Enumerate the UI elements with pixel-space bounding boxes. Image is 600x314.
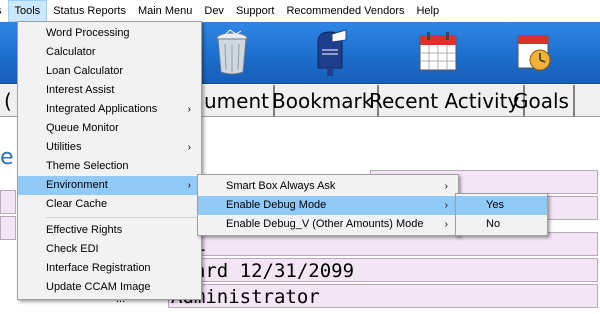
- menu-smart-box-always-ask[interactable]: Smart Box Always Ask ›: [198, 177, 458, 196]
- menu-theme-selection[interactable]: Theme Selection: [18, 157, 201, 176]
- menu-item-status-reports[interactable]: Status Reports: [47, 0, 132, 22]
- chevron-right-icon: ›: [444, 219, 448, 230]
- menu-integrated-applications[interactable]: Integrated Applications ›: [18, 100, 201, 119]
- menu-effective-rights[interactable]: Effective Rights: [18, 221, 201, 240]
- chevron-right-icon: ›: [187, 104, 191, 115]
- tab-bookmark[interactable]: Bookmark: [268, 85, 380, 117]
- field-expiration[interactable]: ndard 12/31/2099: [168, 258, 598, 282]
- menu-item-recommended-vendors[interactable]: Recommended Vendors: [280, 0, 410, 22]
- menu-item-help[interactable]: Help: [410, 0, 445, 22]
- section-heading: e: [0, 145, 14, 170]
- menu-separator: [46, 217, 199, 218]
- trash-can-icon[interactable]: [212, 28, 252, 76]
- menu-item-s[interactable]: s: [0, 0, 8, 22]
- tools-menu: Word Processing Calculator Loan Calculat…: [17, 21, 202, 300]
- environment-submenu: Smart Box Always Ask › Enable Debug Mode ›…: [197, 174, 459, 236]
- menu-update-ccam-image[interactable]: Update CCAM Image: [18, 278, 201, 297]
- menu-debug-no[interactable]: No: [456, 215, 547, 234]
- field-left-edge: [0, 190, 16, 214]
- tab-document[interactable]: ument: [200, 85, 275, 117]
- menu-enable-debug-v-mode[interactable]: Enable Debug_V (Other Amounts) Mode ›: [198, 215, 458, 234]
- tab-partial[interactable]: (: [0, 85, 16, 117]
- menu-environment[interactable]: Environment ›: [18, 176, 201, 195]
- menu-queue-monitor[interactable]: Queue Monitor: [18, 119, 201, 138]
- menu-calculator[interactable]: Calculator: [18, 43, 201, 62]
- menu-loan-calculator[interactable]: Loan Calculator: [18, 62, 201, 81]
- menu-debug-yes[interactable]: Yes: [456, 196, 547, 215]
- chevron-right-icon: ›: [444, 181, 448, 192]
- tab-goals[interactable]: Goals: [509, 85, 575, 117]
- menu-word-processing[interactable]: Word Processing: [18, 24, 201, 43]
- calendar-icon[interactable]: [418, 28, 458, 76]
- menu-enable-debug-mode[interactable]: Enable Debug Mode ›: [198, 196, 458, 215]
- menu-item-main-menu[interactable]: Main Menu: [132, 0, 198, 22]
- menu-bar: s Tools Status Reports Main Menu Dev Sup…: [0, 0, 600, 22]
- field-left-edge-2: [0, 216, 16, 240]
- menu-check-edi[interactable]: Check EDI: [18, 240, 201, 259]
- mailbox-icon[interactable]: [310, 28, 350, 76]
- menu-clear-cache[interactable]: Clear Cache: [18, 195, 201, 214]
- chevron-right-icon: ›: [444, 200, 448, 211]
- chevron-right-icon: ›: [187, 180, 191, 191]
- debug-mode-submenu: Yes No: [455, 193, 548, 236]
- menu-interest-assist[interactable]: Interest Assist: [18, 81, 201, 100]
- chevron-right-icon: ›: [187, 142, 191, 153]
- menu-utilities[interactable]: Utilities ›: [18, 138, 201, 157]
- tab-recent-activity[interactable]: Recent Activity: [365, 85, 526, 117]
- menu-interface-registration[interactable]: Interface Registration: [18, 259, 201, 278]
- schedule-clock-icon[interactable]: [514, 28, 554, 76]
- menu-item-dev[interactable]: Dev: [198, 0, 230, 22]
- field-role[interactable]: Administrator: [168, 284, 598, 308]
- menu-item-tools[interactable]: Tools: [7, 0, 48, 22]
- menu-item-support[interactable]: Support: [230, 0, 281, 22]
